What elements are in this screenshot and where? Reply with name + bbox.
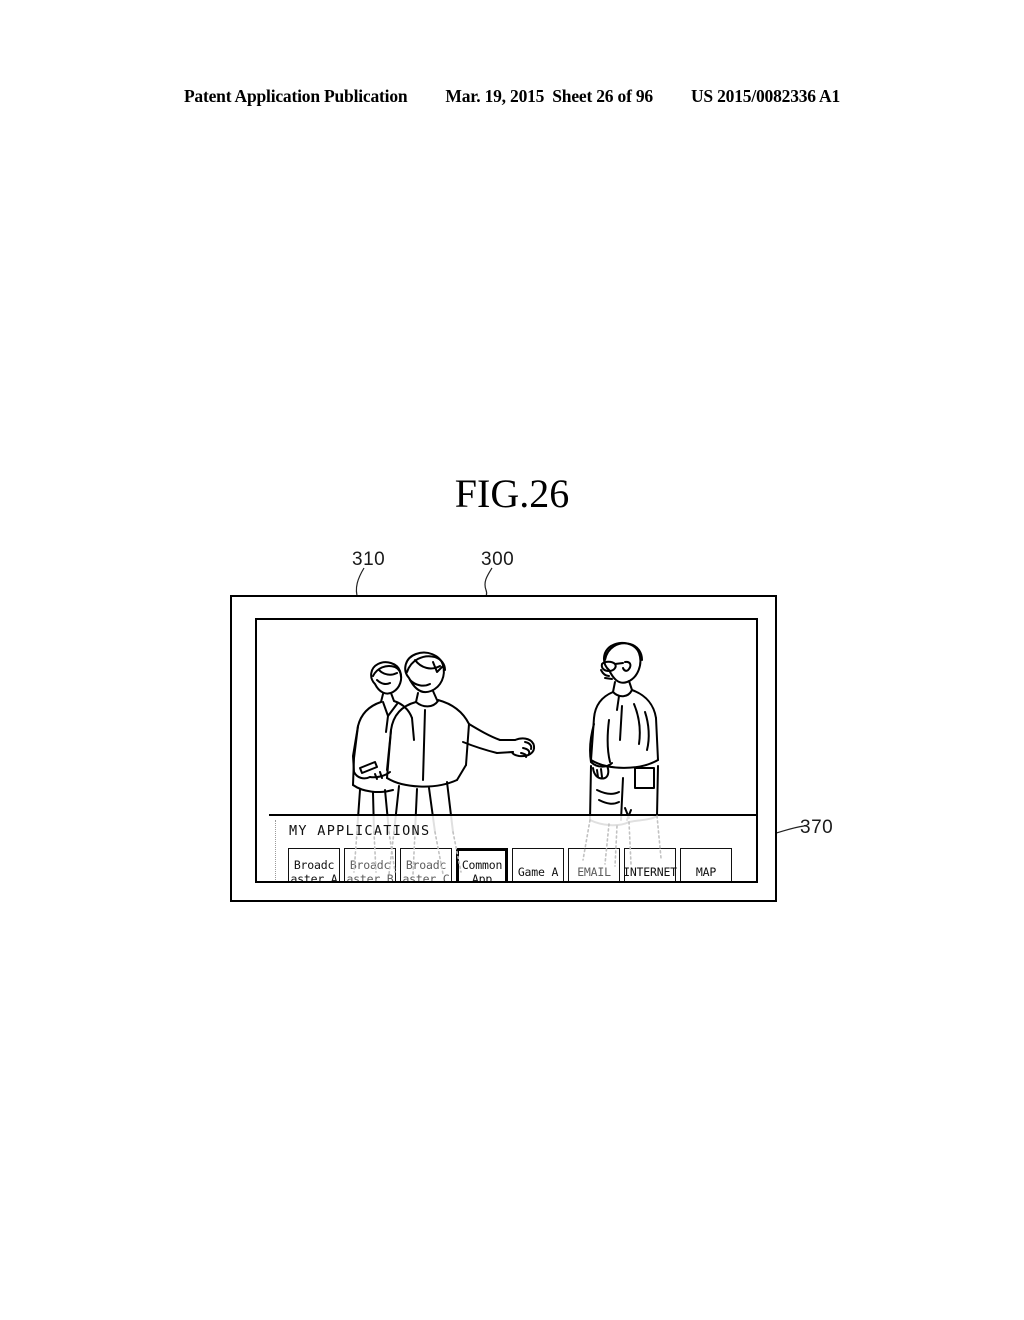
app-tile-label-line2: aster B <box>346 872 394 883</box>
display-device: MY APPLICATIONS Broadc aster A Broadc as… <box>230 595 777 902</box>
figure-title: FIG.26 <box>454 471 570 516</box>
patent-header: Patent Application Publication Mar. 19, … <box>0 86 1024 107</box>
app-tile-broadcaster-b[interactable]: Broadc aster B <box>344 848 396 883</box>
app-tile-email[interactable]: EMAIL <box>568 848 620 881</box>
app-tile-map[interactable]: MAP <box>680 848 732 881</box>
app-tile-internet[interactable]: INTERNET <box>623 848 677 881</box>
reference-numeral-370: 370 <box>800 817 834 838</box>
application-bar-title: MY APPLICATIONS <box>289 823 431 839</box>
app-tile-label-line1: Broadc <box>405 857 447 872</box>
app-tile-label-line2: aster A <box>290 872 338 883</box>
person-left-background <box>352 661 415 833</box>
publication-label: Patent Application Publication <box>183 86 408 106</box>
application-bar[interactable]: MY APPLICATIONS Broadc aster A Broadc as… <box>269 814 756 883</box>
app-tile-label-line2: App <box>471 872 493 883</box>
app-tile-label-line1: INTERNET <box>623 864 677 879</box>
app-tile-broadcaster-c[interactable]: Broadc aster C <box>400 848 452 883</box>
person-left-foreground <box>386 651 536 833</box>
app-tile-label-line1: Broadc <box>293 857 335 872</box>
app-tile-label-line1: Common <box>461 857 503 872</box>
reference-numeral-300: 300 <box>481 549 515 570</box>
app-tile-broadcaster-a[interactable]: Broadc aster A <box>288 848 340 883</box>
patent-number: US 2015/0082336 A1 <box>690 86 841 106</box>
person-right <box>589 641 659 827</box>
display-screen: MY APPLICATIONS Broadc aster A Broadc as… <box>255 618 758 883</box>
app-tile-label-line1: MAP <box>695 864 717 879</box>
app-tile-common-app[interactable]: Common App <box>456 848 508 883</box>
reference-numeral-310: 310 <box>352 549 386 570</box>
app-tile-label-line1: Broadc <box>349 857 391 872</box>
app-tile-game-a[interactable]: Game A <box>512 848 564 881</box>
publication-date: Mar. 19, 2015 <box>445 86 545 106</box>
app-tile-label-line1: EMAIL <box>577 864 611 879</box>
app-tile-label-line2: aster C <box>402 872 450 883</box>
app-tile-label-line1: Game A <box>517 864 559 879</box>
application-tile-row: Broadc aster A Broadc aster B Broadc ast… <box>288 848 732 883</box>
sheet-number: Sheet 26 of 96 <box>552 86 653 106</box>
